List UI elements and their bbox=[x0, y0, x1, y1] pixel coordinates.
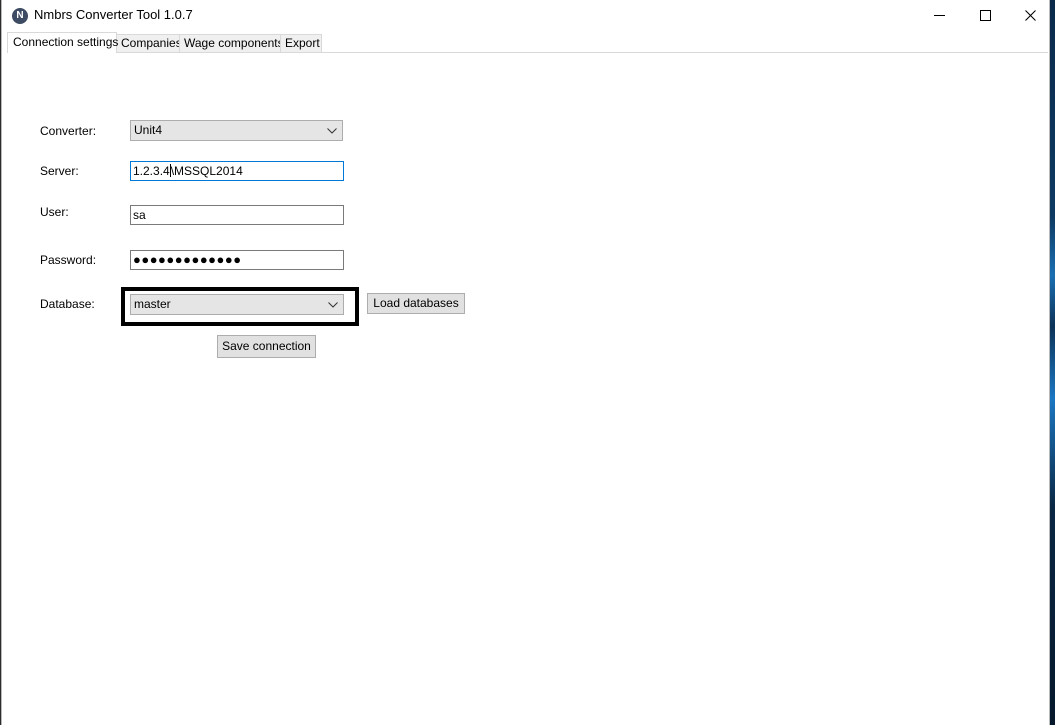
chevron-down-icon bbox=[327, 295, 339, 314]
title-bar[interactable]: N Nmbrs Converter Tool 1.0.7 bbox=[2, 0, 1049, 31]
close-icon bbox=[1024, 9, 1036, 21]
user-input[interactable]: sa bbox=[130, 205, 344, 225]
save-connection-button[interactable]: Save connection bbox=[217, 335, 316, 358]
maximize-button[interactable] bbox=[962, 0, 1008, 30]
close-button[interactable] bbox=[1007, 0, 1053, 30]
password-input[interactable]: ●●●●●●●●●●●●● bbox=[130, 250, 344, 270]
server-label: Server: bbox=[40, 164, 79, 178]
converter-select-value: Unit4 bbox=[134, 123, 163, 137]
app-logo-icon: N bbox=[12, 8, 28, 24]
converter-label: Converter: bbox=[40, 124, 97, 138]
server-input[interactable]: 1.2.3.4\MSSQL2014 bbox=[130, 161, 344, 181]
password-input-value: ●●●●●●●●●●●●● bbox=[133, 252, 242, 267]
desktop-edge-right bbox=[1050, 0, 1055, 725]
converter-select[interactable]: Unit4 bbox=[130, 120, 343, 141]
tab-export[interactable]: Export bbox=[280, 34, 322, 52]
maximize-icon bbox=[979, 9, 991, 21]
password-label: Password: bbox=[40, 253, 97, 267]
minimize-icon bbox=[933, 14, 945, 16]
minimize-button[interactable] bbox=[916, 0, 962, 30]
window-title: Nmbrs Converter Tool 1.0.7 bbox=[34, 7, 193, 22]
database-label: Database: bbox=[40, 297, 95, 311]
tab-companies[interactable]: Companies bbox=[116, 34, 182, 52]
tab-connection-settings[interactable]: Connection settings bbox=[7, 32, 118, 53]
server-input-value-part1: 1.2.3.4 bbox=[133, 164, 170, 178]
chevron-down-icon bbox=[326, 121, 338, 140]
tab-wage-components[interactable]: Wage components bbox=[179, 34, 284, 52]
tab-strip-border bbox=[8, 52, 1048, 53]
user-label: User: bbox=[40, 205, 69, 219]
server-input-value-part2: \MSSQL2014 bbox=[170, 164, 243, 178]
app-window: N Nmbrs Converter Tool 1.0.7 Connection … bbox=[1, 0, 1050, 725]
load-databases-button[interactable]: Load databases bbox=[367, 293, 465, 314]
database-select-value: master bbox=[134, 297, 171, 311]
database-select[interactable]: master bbox=[130, 294, 344, 315]
user-input-value: sa bbox=[133, 208, 146, 222]
